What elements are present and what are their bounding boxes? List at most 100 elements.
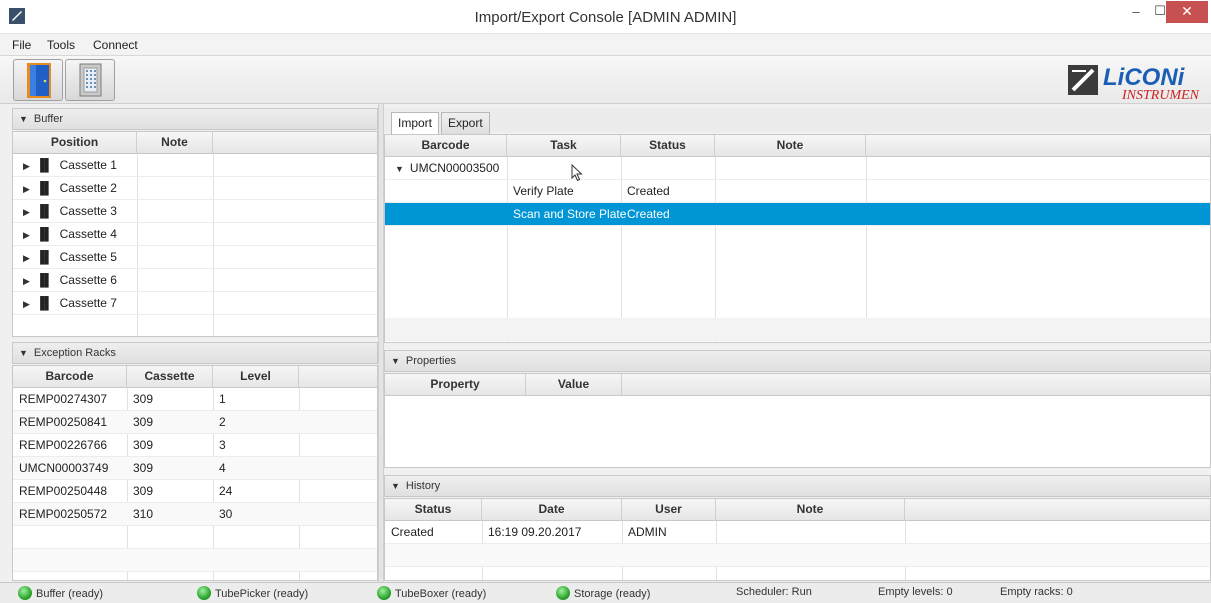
level-cell: 24	[219, 484, 233, 498]
history-table-header: Status Date User Note	[385, 499, 1210, 521]
level-cell: 30	[219, 507, 233, 521]
cassette-icon: ▐▌	[35, 296, 53, 310]
properties-table[interactable]: Property Value	[384, 373, 1211, 468]
table-row[interactable]: REMP00250841 309 2	[13, 411, 377, 434]
cassette-icon: ▐▌	[35, 250, 53, 264]
properties-title: Properties	[405, 355, 457, 367]
empty-racks-status: Empty racks: 0	[1000, 586, 1073, 598]
status-led-icon	[197, 586, 211, 600]
tree-item[interactable]: ▶ ▐▌ Cassette 5	[13, 246, 377, 269]
import-table[interactable]: Barcode Task Status Note ▼ UMCN00003500 V…	[384, 134, 1211, 343]
tree-item[interactable]: ▶ ▐▌ Cassette 6	[13, 269, 377, 292]
mouse-cursor-icon	[571, 164, 583, 182]
column-cassette[interactable]: Cassette	[127, 366, 213, 388]
tree-item[interactable]: ▶ ▐▌ Cassette 7	[13, 292, 377, 315]
table-row[interactable]: REMP00274307 309 1	[13, 388, 377, 411]
column-note[interactable]: Note	[137, 132, 213, 154]
storage-rack-icon	[79, 63, 102, 97]
liconic-logo: LiCONi INSTRUMEN	[1066, 59, 1211, 103]
history-panel-header[interactable]: ▼ History	[384, 475, 1211, 497]
table-row[interactable]: UMCN00003749 309 4	[13, 457, 377, 480]
tab-import[interactable]: Import	[391, 112, 440, 134]
barcode-cell: REMP00274307	[19, 392, 108, 406]
history-table[interactable]: Status Date User Note Created 16:19 09.20…	[384, 498, 1211, 581]
cassette-label: Cassette 3	[59, 204, 117, 218]
column-value[interactable]: Value	[526, 374, 622, 396]
cassette-label: Cassette 4	[59, 227, 117, 241]
task-row-selected[interactable]: Scan and Store Plate Created	[385, 203, 1210, 226]
status-cell: Created	[391, 525, 434, 539]
column-user[interactable]: User	[622, 499, 716, 521]
column-status[interactable]: Status	[385, 499, 482, 521]
column-note[interactable]: Note	[715, 135, 866, 157]
group-row[interactable]: ▼ UMCN00003500	[385, 157, 1210, 180]
menu-tools[interactable]: Tools	[47, 38, 75, 52]
cassette-icon: ▐▌	[35, 273, 53, 287]
exception-racks-panel-header[interactable]: ▼ Exception Racks	[12, 342, 378, 364]
column-task[interactable]: Task	[507, 135, 621, 157]
tree-item[interactable]: ▶ ▐▌ Cassette 2	[13, 177, 377, 200]
storage-button[interactable]	[65, 59, 115, 101]
collapse-triangle-icon[interactable]: ▼	[391, 481, 400, 491]
exception-racks-table[interactable]: Barcode Cassette Level REMP00274307 309 1 …	[12, 365, 378, 581]
task-row[interactable]: Verify Plate Created	[385, 180, 1210, 203]
properties-panel-header[interactable]: ▼ Properties	[384, 350, 1211, 372]
logo-text: LiCONi	[1103, 64, 1186, 91]
title-bar: Import/Export Console [ADMIN ADMIN] – ☐ …	[0, 0, 1211, 34]
collapse-triangle-icon[interactable]: ▼	[19, 348, 28, 358]
column-date[interactable]: Date	[482, 499, 622, 521]
table-row[interactable]: REMP00250448 309 24	[13, 480, 377, 503]
table-row	[385, 318, 1210, 341]
tree-item[interactable]: ▶ ▐▌ Cassette 3	[13, 200, 377, 223]
expand-arrow-icon[interactable]: ▶	[23, 184, 30, 194]
window-title: Import/Export Console [ADMIN ADMIN]	[474, 9, 737, 26]
expand-arrow-icon[interactable]: ▶	[23, 299, 30, 309]
menu-file[interactable]: File	[12, 38, 31, 52]
tree-item[interactable]: ▶ ▐▌ Cassette 4	[13, 223, 377, 246]
column-status[interactable]: Status	[621, 135, 715, 157]
tab-strip	[384, 108, 1211, 132]
buffer-title: Buffer	[33, 113, 64, 125]
column-property[interactable]: Property	[385, 374, 526, 396]
exception-racks-header: Barcode Cassette Level	[13, 366, 377, 388]
buffer-status: Buffer (ready)	[18, 586, 103, 600]
status-bar: Buffer (ready) TubePicker (ready) TubeBo…	[0, 582, 1211, 603]
cassette-cell: 309	[133, 461, 154, 475]
buffer-table[interactable]: Position Note ▶ ▐▌ Cassette 1 ▶ ▐▌ Cassett…	[12, 131, 378, 337]
close-button[interactable]: ✕	[1166, 1, 1208, 23]
table-row[interactable]: REMP00250572 310 30	[13, 503, 377, 526]
expand-arrow-icon[interactable]: ▶	[23, 276, 30, 286]
expand-arrow-icon[interactable]: ▶	[23, 161, 30, 171]
cassette-cell: 310	[133, 507, 154, 521]
barcode-cell: REMP00226766	[19, 438, 108, 452]
tree-item[interactable]: ▶ ▐▌ Cassette 1	[13, 154, 377, 177]
expand-arrow-icon[interactable]: ▶	[23, 230, 30, 240]
column-barcode[interactable]: Barcode	[385, 135, 507, 157]
collapse-triangle-icon[interactable]: ▼	[395, 164, 404, 174]
storage-status: Storage (ready)	[556, 586, 650, 600]
table-row[interactable]: REMP00226766 309 3	[13, 434, 377, 457]
column-note[interactable]: Note	[716, 499, 905, 521]
cassette-label: Cassette 1	[59, 158, 117, 172]
collapse-triangle-icon[interactable]: ▼	[19, 114, 28, 124]
column-barcode[interactable]: Barcode	[13, 366, 127, 388]
barcode-cell: REMP00250448	[19, 484, 108, 498]
history-title: History	[405, 480, 441, 492]
table-row[interactable]: Created 16:19 09.20.2017 ADMIN	[385, 521, 1210, 544]
cassette-cell: 309	[133, 392, 154, 406]
menu-connect[interactable]: Connect	[93, 38, 138, 52]
tab-export[interactable]: Export	[441, 112, 490, 134]
table-row	[385, 544, 1210, 567]
column-level[interactable]: Level	[213, 366, 299, 388]
column-position[interactable]: Position	[13, 132, 137, 154]
level-cell: 2	[219, 415, 226, 429]
expand-arrow-icon[interactable]: ▶	[23, 253, 30, 263]
door-button[interactable]	[13, 59, 63, 101]
collapse-triangle-icon[interactable]: ▼	[391, 356, 400, 366]
expand-arrow-icon[interactable]: ▶	[23, 207, 30, 217]
cassette-cell: 309	[133, 484, 154, 498]
buffer-panel-header[interactable]: ▼ Buffer	[12, 108, 378, 130]
status-cell: Created	[627, 184, 670, 198]
minimize-button[interactable]: –	[1126, 4, 1146, 26]
cassette-cell: 309	[133, 415, 154, 429]
